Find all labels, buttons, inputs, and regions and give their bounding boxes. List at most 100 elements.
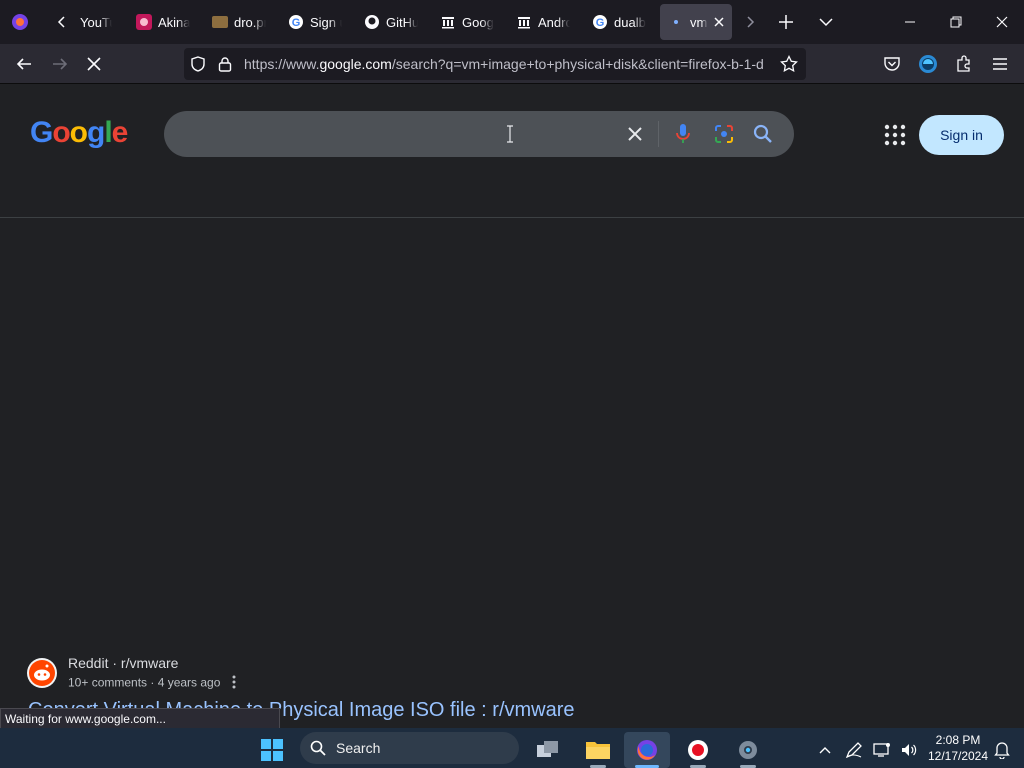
tab-sign-up[interactable]: G Sign up	[288, 4, 342, 40]
stop-loading-button[interactable]	[78, 48, 110, 80]
url-path: /search?q=vm+image+to+physical+disk&clie…	[391, 56, 764, 72]
arrow-right-icon	[53, 58, 68, 70]
shield-icon[interactable]	[190, 56, 206, 77]
navigation-toolbar: https://www.google.com/search?q=vm+image…	[0, 44, 1024, 84]
puzzle-icon	[957, 55, 970, 72]
menu-button[interactable]	[984, 48, 1016, 80]
header-divider	[0, 217, 1024, 218]
tab-akinator[interactable]: Akinator	[136, 4, 190, 40]
google-doodle-logo[interactable]: Google	[30, 116, 128, 150]
minimize-icon	[905, 21, 915, 23]
windows-taskbar: Search 2:08 PM 12/17/2024	[0, 728, 1024, 768]
bookmark-star-icon[interactable]	[780, 54, 798, 78]
pocket-button[interactable]	[876, 48, 908, 80]
tab-google[interactable]: Google	[440, 4, 494, 40]
pen-menu-button[interactable]	[840, 732, 868, 768]
tab-title: Android	[538, 14, 570, 30]
new-tab-button[interactable]	[768, 4, 804, 40]
image-search-icon[interactable]	[714, 124, 734, 149]
windows-logo-icon	[261, 739, 283, 761]
speaker-icon	[902, 744, 917, 756]
network-button[interactable]	[868, 732, 896, 768]
restore-button[interactable]	[936, 4, 976, 40]
tab-dro[interactable]: dro.pro	[212, 4, 266, 40]
start-button[interactable]	[252, 732, 292, 768]
bank-icon	[516, 14, 532, 30]
tab-title: Google	[462, 14, 494, 30]
search-input[interactable]	[188, 123, 618, 145]
svg-text:G: G	[596, 17, 605, 29]
pen-icon	[845, 742, 862, 759]
github-icon	[364, 14, 380, 30]
recorder-button[interactable]	[678, 732, 718, 768]
firefox-icon	[12, 14, 28, 30]
akinator-icon	[136, 14, 152, 30]
scroll-tabs-left-button[interactable]	[44, 4, 80, 40]
task-view-button[interactable]	[528, 732, 568, 768]
lock-icon[interactable]	[218, 56, 232, 77]
status-panel: Waiting for www.google.com...	[0, 708, 280, 730]
taskbar-clock[interactable]: 2:08 PM 12/17/2024	[926, 732, 990, 766]
divider	[658, 121, 659, 147]
firefox-taskbar-button[interactable]	[624, 732, 670, 768]
account-button[interactable]	[912, 48, 944, 80]
scroll-tabs-right-button[interactable]	[732, 4, 768, 40]
sign-in-button[interactable]: Sign in	[919, 115, 1004, 155]
tab-title: Sign up	[310, 14, 342, 30]
tab-title: GitHub	[386, 14, 418, 30]
volume-button[interactable]	[895, 732, 923, 768]
forward-button[interactable]	[44, 48, 76, 80]
avatar-icon	[919, 55, 937, 73]
more-options-icon[interactable]	[232, 675, 236, 692]
voice-search-icon[interactable]	[674, 123, 692, 150]
tab-github[interactable]: GitHub	[364, 4, 418, 40]
task-view-icon	[537, 741, 558, 757]
tab-vm-active[interactable]: vm	[660, 4, 732, 40]
search-icon	[310, 740, 326, 759]
tab-title: vm	[690, 14, 708, 30]
taskbar-search-label: Search	[336, 740, 381, 756]
google-apps-icon[interactable]	[884, 124, 906, 151]
list-all-tabs-button[interactable]	[808, 4, 844, 40]
close-window-button[interactable]	[982, 4, 1022, 40]
text-cursor-icon	[506, 125, 514, 148]
google-icon: G	[592, 14, 608, 30]
svg-text:G: G	[292, 17, 301, 29]
tab-title: YouTube	[80, 14, 112, 30]
clock-time: 2:08 PM	[935, 733, 981, 747]
settings-button[interactable]	[728, 732, 768, 768]
extensions-button[interactable]	[948, 48, 980, 80]
bell-icon	[994, 742, 1010, 759]
firefox-icon	[637, 740, 657, 760]
folder-icon	[586, 742, 610, 759]
search-icon[interactable]	[753, 124, 773, 149]
tab-android[interactable]: Android	[516, 4, 570, 40]
result-source[interactable]: Reddit · r/vmware	[68, 655, 178, 671]
notifications-button[interactable]	[990, 732, 1014, 768]
url-prefix: https://www.	[244, 56, 320, 72]
back-button[interactable]	[8, 48, 40, 80]
pocket-icon	[884, 57, 900, 71]
firefox-view-button[interactable]	[2, 4, 38, 40]
url-bar[interactable]: https://www.google.com/search?q=vm+image…	[184, 48, 806, 80]
url-text[interactable]: https://www.google.com/search?q=vm+image…	[244, 56, 774, 72]
tab-youtube[interactable]: YouTube	[80, 4, 112, 40]
close-tab-icon[interactable]	[714, 15, 724, 30]
tab-title: dualboot	[614, 14, 646, 30]
chevron-right-icon	[747, 16, 755, 28]
google-icon: G	[288, 14, 304, 30]
file-explorer-button[interactable]	[578, 732, 618, 768]
show-hidden-icons-button[interactable]	[812, 732, 838, 768]
clear-search-icon[interactable]	[626, 125, 644, 148]
result-meta: 10+ comments · 4 years ago	[68, 675, 236, 692]
tab-dualboot[interactable]: G dualboot	[592, 4, 646, 40]
page-content: Google Sign in Reddit · r/vmware 10+ com…	[0, 84, 1024, 728]
search-box[interactable]	[164, 111, 794, 157]
record-icon	[688, 740, 708, 760]
gear-icon	[739, 741, 757, 759]
minimize-button[interactable]	[890, 4, 930, 40]
chevron-down-icon	[819, 18, 833, 27]
taskbar-search[interactable]: Search	[300, 732, 519, 764]
result-meta-text: 10+ comments · 4 years ago	[68, 675, 221, 690]
tab-title: dro.pro	[234, 14, 266, 30]
